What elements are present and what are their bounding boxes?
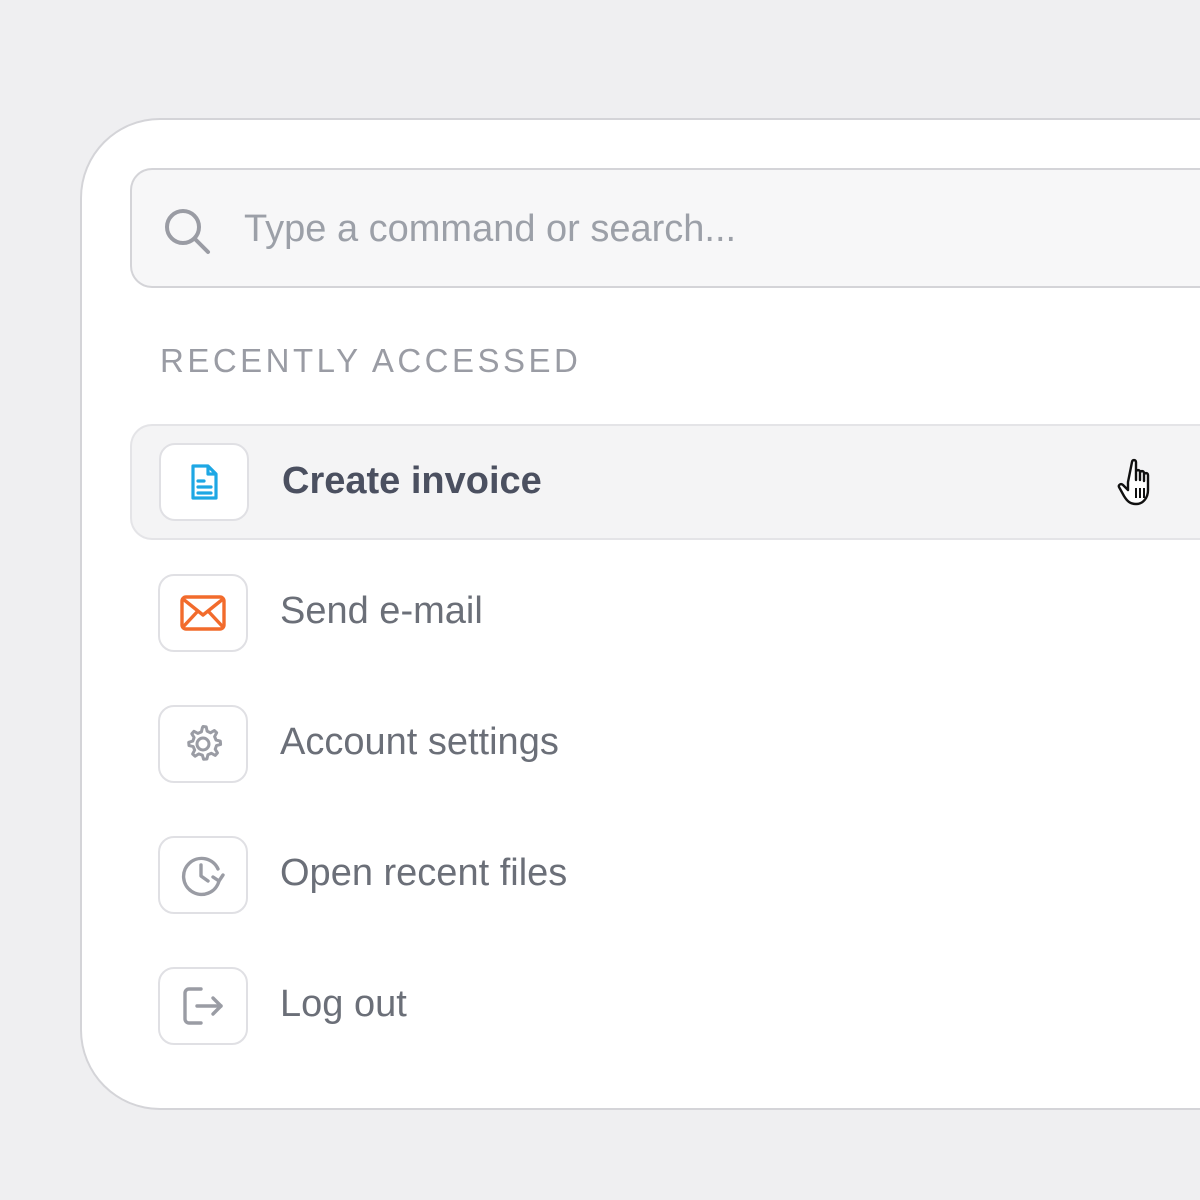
- item-label: Account settings: [280, 721, 559, 763]
- item-icon-container: [158, 705, 248, 783]
- command-item-create-invoice[interactable]: Create invoice: [130, 424, 1200, 540]
- envelope-icon: [180, 595, 226, 631]
- item-icon-container: [158, 574, 248, 652]
- stage: RECENTLY ACCESSED Create invoice: [0, 0, 1200, 1200]
- item-icon-container: [159, 443, 249, 521]
- command-palette: RECENTLY ACCESSED Create invoice: [80, 118, 1200, 1110]
- item-label: Create invoice: [282, 460, 542, 502]
- gear-icon: [187, 725, 223, 761]
- search-input[interactable]: [244, 194, 1144, 264]
- clock-history-icon: [181, 856, 225, 897]
- command-item-account-settings[interactable]: Account settings: [130, 687, 1200, 803]
- item-icon-container: [158, 836, 248, 914]
- document-icon: [191, 464, 218, 500]
- command-item-log-out[interactable]: Log out: [130, 949, 1200, 1065]
- command-item-send-email[interactable]: Send e-mail: [130, 556, 1200, 672]
- logout-icon: [183, 987, 223, 1025]
- item-label: Open recent files: [280, 852, 568, 894]
- item-icon-container: [158, 967, 248, 1045]
- command-item-open-recent-files[interactable]: Open recent files: [130, 818, 1200, 934]
- search-bar[interactable]: [130, 168, 1200, 288]
- hand-pointer-icon: [1117, 458, 1150, 506]
- section-heading: RECENTLY ACCESSED: [160, 342, 582, 379]
- search-icon: [165, 209, 210, 254]
- item-label: Log out: [280, 983, 407, 1025]
- item-label: Send e-mail: [280, 590, 483, 632]
